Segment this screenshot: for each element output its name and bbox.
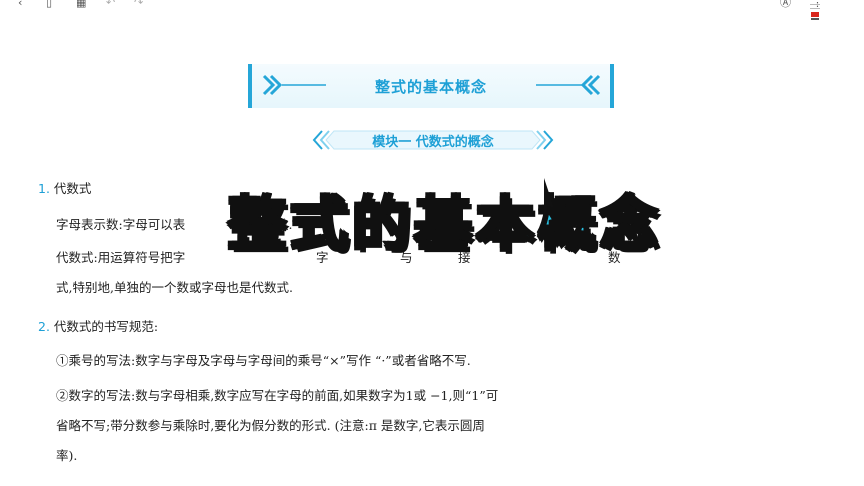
section-1-heading: 1. 代数式	[38, 181, 92, 196]
section-2-heading: 2. 代数式的书写规范:	[38, 319, 159, 334]
top-toolbar: ‹ ▯ ▦ ↶ ↷ Ⓐ ⋮	[0, 0, 864, 12]
right-chevron-decoration-icon	[536, 74, 601, 96]
user-icon[interactable]: Ⓐ	[780, 0, 791, 9]
rule-1: ①乘号的写法:数字与字母及字母与字母间的乘号“×”写作 “·”或者省略不写.	[56, 353, 471, 368]
module-heading: 模块一 代数式的概念	[312, 128, 554, 152]
section-1-line-2: 代数式:用运算符号把字 字 与 接 数	[56, 250, 621, 265]
mouse-cursor-icon	[544, 178, 554, 218]
section-1-line-1: 字母表示数:字母可以表 数.	[56, 217, 293, 232]
rule-2-line-2: 省略不写;带分数参与乘除时,要化为假分数的形式. (注意:π 是数字,它表示圆周	[56, 418, 485, 433]
page-icon[interactable]: ▯	[46, 0, 52, 9]
bookmark-red-icon	[811, 12, 819, 17]
section-1-line-3: 式,特别地,单独的一个数或字母也是代数式.	[56, 280, 293, 295]
rule-2-line-1: ②数字的写法:数与字母相乘,数字应写在字母的前面,如果数字为1或 −1,则“1”…	[56, 388, 499, 403]
back-icon[interactable]: ‹	[18, 0, 22, 9]
module-label: 模块一 代数式的概念	[372, 135, 494, 150]
grid-icon[interactable]: ▦	[76, 0, 86, 9]
rule-2-line-3: 率).	[56, 448, 78, 463]
title-banner: 整式的基本概念	[248, 64, 614, 108]
bookmark-widget[interactable]	[809, 0, 821, 30]
redo-icon[interactable]: ↷	[134, 0, 143, 9]
undo-icon[interactable]: ↶	[106, 0, 115, 9]
overlay-title: 整式的基本概念	[226, 189, 662, 260]
